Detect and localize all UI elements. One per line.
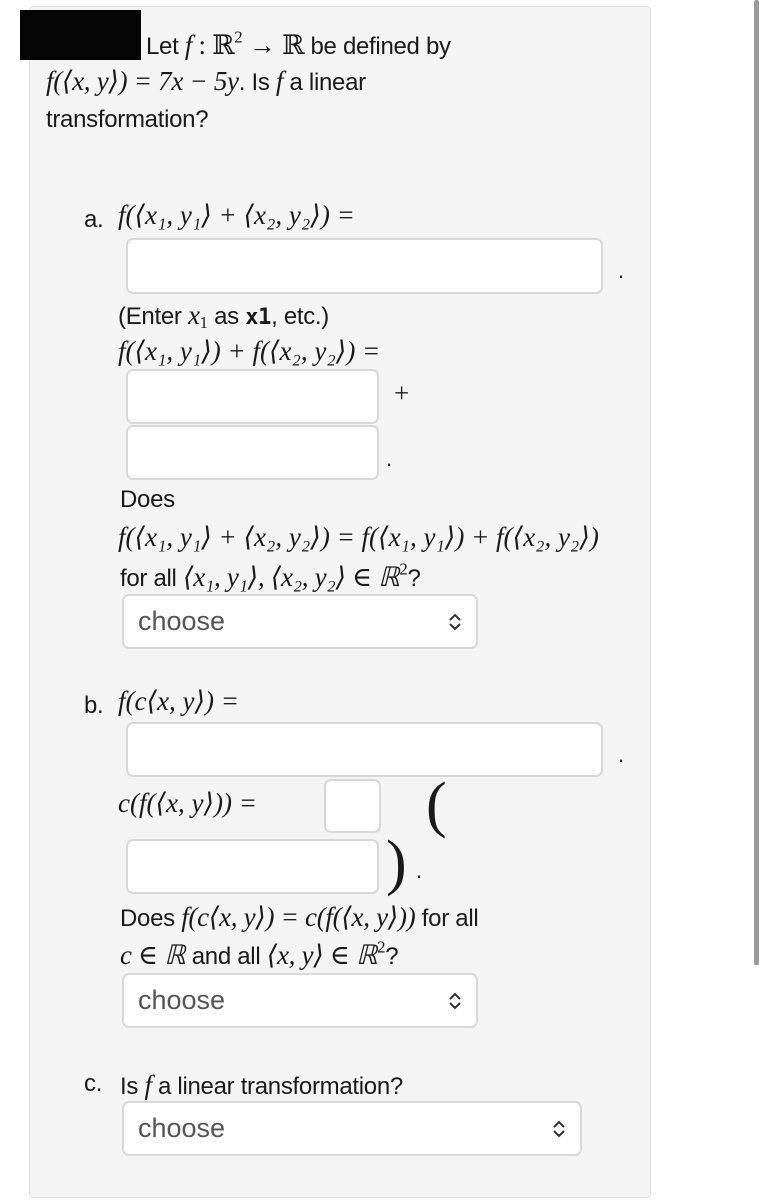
part-a-split-expression: f(⟨x₁, y₁⟩) + f(⟨x₂, y₂⟩) = <box>118 336 381 366</box>
text: be defined by <box>304 33 451 60</box>
codomain-text: → ℝ <box>242 30 305 60</box>
part-a-hint: (Enter x1 as x1, etc.) <box>118 300 329 333</box>
part-b-scalar-input[interactable] <box>324 779 381 833</box>
math-homogeneity: f(c⟨x, y⟩) = c(f(⟨x, y⟩)) <box>181 902 416 932</box>
part-b-inner-input[interactable] <box>126 839 379 894</box>
math-vars: ⟨x, y⟩ ∈ ℝ2 <box>266 937 386 970</box>
math-f: f <box>184 30 193 60</box>
text: as <box>207 303 246 330</box>
part-c-select[interactable]: choose <box>122 1101 582 1156</box>
text: a linear transformation? <box>151 1073 403 1100</box>
redacted-block <box>20 10 141 60</box>
chevron-up-down-icon <box>449 992 461 1009</box>
part-b-question-line-1: Does f(c⟨x, y⟩) = c(f(⟨x, y⟩)) for all <box>120 902 479 933</box>
part-a-label: a. <box>84 206 104 233</box>
part-c-label: c. <box>84 1070 103 1097</box>
part-a-expression: f(⟨x₁, y₁⟩ + ⟨x₂, y₂⟩) = <box>118 200 355 230</box>
text: ? <box>407 565 421 592</box>
text: , etc.) <box>271 303 329 330</box>
scrollbar[interactable] <box>754 0 759 965</box>
subscript: 1 <box>199 313 208 333</box>
math-vars: ⟨x₁, y₁⟩, ⟨x₂, y₂⟩ ∈ ℝ2 <box>182 560 408 592</box>
part-a-term2-input[interactable] <box>126 425 379 480</box>
plus-sign: + <box>394 378 410 408</box>
select-value: choose <box>138 985 226 1015</box>
chevron-up-down-icon <box>553 1120 565 1137</box>
select-value: choose <box>138 606 226 636</box>
text: a linear <box>283 69 366 96</box>
problem-line-2: f(⟨x, y⟩) = 7x − 5y. Is f a linear <box>46 66 366 97</box>
text: Let <box>146 33 179 60</box>
part-b-scalar-expression: c(f(⟨x, y⟩)) = <box>118 788 257 818</box>
part-a-sum-input[interactable] <box>126 238 603 294</box>
part-b-expression: f(c⟨x, y⟩) = <box>118 686 239 716</box>
close-paren: ) <box>386 829 407 897</box>
var: x <box>187 300 200 330</box>
part-a-select[interactable]: choose <box>122 594 478 649</box>
text: (Enter <box>118 303 188 330</box>
chevron-up-down-icon <box>449 613 461 630</box>
vars: ⟨x, y⟩ ∈ ℝ <box>266 940 378 970</box>
part-a-question-intro: Does <box>120 486 175 513</box>
period: . <box>416 858 423 883</box>
part-a-question-forall: for all ⟨x₁, y₁⟩, ⟨x₂, y₂⟩ ∈ ℝ2? <box>120 560 421 593</box>
part-b-scaled-input[interactable] <box>126 722 603 777</box>
part-a-term1-input[interactable] <box>126 369 379 424</box>
math-domain: : ℝ2 → ℝ <box>192 28 305 60</box>
period: . <box>618 742 625 767</box>
part-c-question: Is f a linear transformation? <box>120 1070 403 1101</box>
text: for all <box>120 565 183 592</box>
exponent: 2 <box>377 937 386 957</box>
definition-math: f(⟨x, y⟩) = 7x − 5y <box>46 66 239 96</box>
text: Does <box>120 905 182 932</box>
code-x1: x1 <box>245 305 272 330</box>
period: . <box>618 258 625 283</box>
part-b-label: b. <box>84 692 104 719</box>
open-paren: ( <box>426 771 447 839</box>
domain-text: : ℝ <box>192 30 235 60</box>
text: Is <box>120 1073 145 1100</box>
vars: ⟨x₁, y₁⟩, ⟨x₂, y₂⟩ ∈ ℝ <box>182 562 400 592</box>
text: and all <box>185 943 267 970</box>
problem-line-1: Let f : ℝ2 → ℝ be defined by <box>146 28 451 61</box>
math-f: f <box>144 1070 152 1100</box>
part-b-select[interactable]: choose <box>122 973 478 1028</box>
part-a-question-expression: f(⟨x₁, y₁⟩ + ⟨x₂, y₂⟩) = f(⟨x₁, y₁⟩) + f… <box>118 522 599 552</box>
period: . <box>386 446 393 471</box>
text: . Is <box>238 69 276 96</box>
part-b-question-line-2: c ∈ ℝ and all ⟨x, y⟩ ∈ ℝ2? <box>120 937 399 971</box>
math-x1: x1 <box>187 300 208 333</box>
text: ? <box>385 943 399 970</box>
problem-line-3: transformation? <box>46 106 209 133</box>
text: for all <box>415 905 479 932</box>
select-value: choose <box>138 1113 226 1143</box>
math-c: c ∈ ℝ <box>120 940 186 970</box>
